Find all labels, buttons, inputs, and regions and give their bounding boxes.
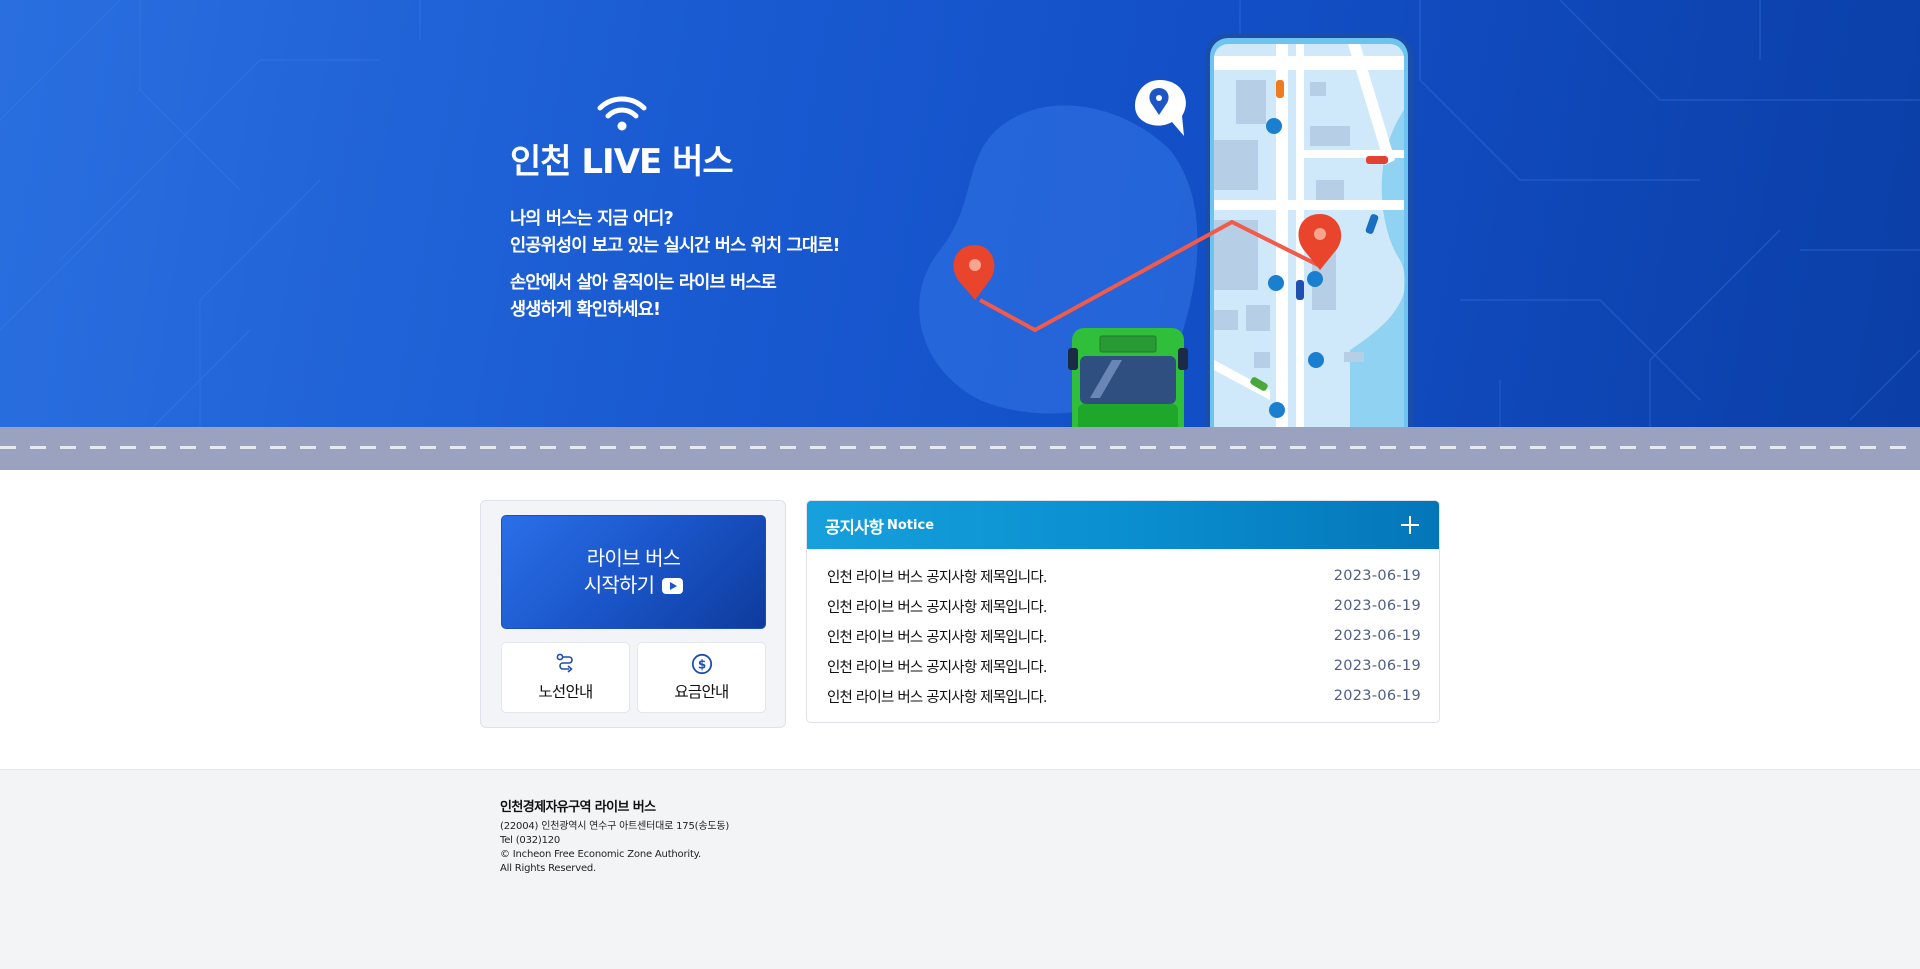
quick-menu-box: 라이브 버스 시작하기 노선안내 $ 요금안내 [480, 500, 786, 728]
notice-item[interactable]: 인천 라이브 버스 공지사항 제목입니다. 2023-06-19 [827, 681, 1421, 711]
notice-more-plus-icon[interactable] [1399, 514, 1421, 536]
notice-item-date: 2023-06-19 [1333, 658, 1421, 674]
hero-desc-line: 나의 버스는 지금 어디? [510, 209, 674, 229]
start-live-bus-button[interactable]: 라이브 버스 시작하기 [501, 515, 766, 629]
hero-banner: 인천 LIVE 버스 나의 버스는 지금 어디? 인공위성이 보고 있는 실시간… [0, 0, 1920, 470]
notice-item-title: 인천 라이브 버스 공지사항 제목입니다. [827, 629, 1047, 646]
footer-rights: All Rights Reserved. [500, 863, 597, 874]
hero-description: 나의 버스는 지금 어디? 인공위성이 보고 있는 실시간 버스 위치 그대로!… [510, 206, 970, 324]
hero-desc-line: 손안에서 살아 움직이는 라이브 버스로 [510, 273, 777, 293]
footer-tel: Tel (032)120 [500, 835, 561, 846]
route-info-label: 노선안내 [538, 683, 593, 701]
site-footer: 인천경제자유구역 라이브 버스 (22004) 인천광역시 연수구 아트센터대로… [0, 769, 1920, 969]
notice-item-date: 2023-06-19 [1333, 688, 1421, 704]
footer-copyright: © Incheon Free Economic Zone Authority. [500, 849, 701, 860]
notice-item[interactable]: 인천 라이브 버스 공지사항 제목입니다. 2023-06-19 [827, 651, 1421, 681]
notice-item-title: 인천 라이브 버스 공지사항 제목입니다. [827, 569, 1047, 586]
notice-list: 인천 라이브 버스 공지사항 제목입니다. 2023-06-19 인천 라이브 … [827, 561, 1421, 711]
footer-org-name: 인천경제자유구역 라이브 버스 [500, 800, 656, 815]
live-button-line2: 시작하기 [583, 573, 655, 597]
fare-info-label: 요금안내 [674, 683, 729, 701]
hero-title: 인천 LIVE 버스 [510, 142, 734, 182]
notice-title: 공지사항 [825, 518, 884, 537]
notice-subtitle: Notice [887, 518, 935, 533]
hero-desc-line: 인공위성이 보고 있는 실시간 버스 위치 그대로! [510, 236, 840, 256]
play-icon [662, 577, 684, 594]
notice-item-title: 인천 라이브 버스 공지사항 제목입니다. [827, 659, 1047, 676]
wifi-icon [597, 96, 647, 131]
notice-header: 공지사항 Notice [807, 501, 1439, 549]
road-strip [0, 427, 1920, 470]
route-icon [556, 653, 573, 673]
notice-item[interactable]: 인천 라이브 버스 공지사항 제목입니다. 2023-06-19 [827, 561, 1421, 591]
notice-item[interactable]: 인천 라이브 버스 공지사항 제목입니다. 2023-06-19 [827, 591, 1421, 621]
notice-panel: 공지사항 Notice 인천 라이브 버스 공지사항 제목입니다. 2023-0… [806, 500, 1440, 723]
hero-desc-line: 생생하게 확인하세요! [510, 300, 661, 320]
live-button-line1: 라이브 버스 [586, 546, 681, 570]
fare-info-button[interactable]: $ 요금안내 [637, 642, 766, 713]
footer-address: (22004) 인천광역시 연수구 아트센터대로 175(송도동) [500, 821, 730, 832]
main-content: 라이브 버스 시작하기 노선안내 $ 요금안내 공지사항 Notice 인천 라… [0, 470, 1920, 769]
svg-text:$: $ [697, 658, 705, 672]
notice-item-title: 인천 라이브 버스 공지사항 제목입니다. [827, 599, 1047, 616]
notice-item-date: 2023-06-19 [1333, 598, 1421, 614]
route-info-button[interactable]: 노선안내 [501, 642, 630, 713]
notice-item-date: 2023-06-19 [1333, 568, 1421, 584]
dollar-coin-icon: $ [691, 653, 712, 675]
notice-item-date: 2023-06-19 [1333, 628, 1421, 644]
notice-item[interactable]: 인천 라이브 버스 공지사항 제목입니다. 2023-06-19 [827, 621, 1421, 651]
notice-item-title: 인천 라이브 버스 공지사항 제목입니다. [827, 689, 1047, 706]
